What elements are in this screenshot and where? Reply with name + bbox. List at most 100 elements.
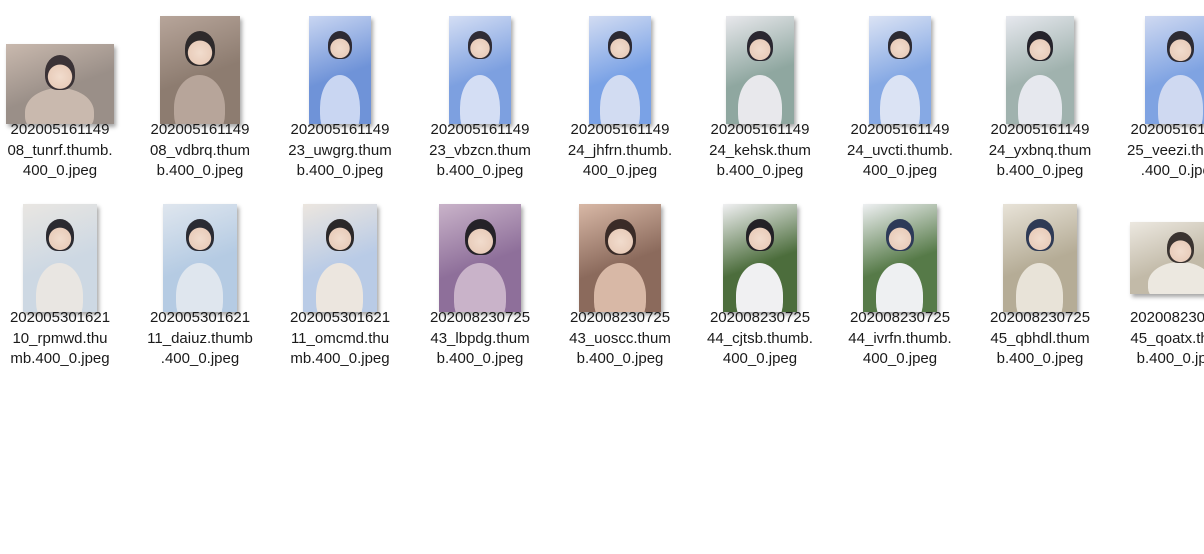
image-thumbnail[interactable]: [303, 204, 377, 312]
thumbnail-container: [138, 188, 262, 312]
photo-subject-body: [176, 263, 223, 312]
photo-subject-body: [1018, 75, 1062, 124]
photo-subject-head: [46, 219, 74, 251]
photo-subject-body: [316, 263, 363, 312]
file-item[interactable]: 202008230725 43_uoscc.thum b.400_0.jpeg: [558, 188, 682, 372]
photo-subject-head: [465, 219, 496, 255]
image-thumbnail[interactable]: [1130, 222, 1204, 294]
file-grid: 202005161149 08_tunrf.thumb. 400_0.jpeg 2…: [0, 0, 1204, 554]
thumbnail-container: [1118, 0, 1204, 124]
file-item[interactable]: 202005161149 08_tunrf.thumb. 400_0.jpeg: [0, 0, 122, 184]
thumbnail-container: [0, 188, 122, 312]
image-thumbnail[interactable]: [439, 204, 521, 312]
photo-subject-head: [608, 31, 632, 59]
thumbnail-container: [558, 0, 682, 124]
photo-subject-body: [174, 75, 225, 124]
photo-subject-body: [738, 75, 782, 124]
file-name-label: 202005161149 23_vbzcn.thum b.400_0.jpeg: [429, 121, 531, 179]
file-name-label: 202005161149 08_vdbrq.thum b.400_0.jpeg: [149, 121, 251, 179]
image-thumbnail[interactable]: [579, 204, 661, 312]
image-thumbnail[interactable]: [863, 204, 937, 312]
thumbnail-container: [698, 188, 822, 312]
thumbnail-container: [838, 0, 962, 124]
photo-subject-body: [25, 88, 94, 124]
file-name-label: 202008230725 45_qoatx.thum b.400_0.jpeg: [1129, 309, 1204, 367]
photo-subject-head: [746, 219, 774, 251]
file-item[interactable]: 202008230725 45_qbhdl.thum b.400_0.jpeg: [978, 188, 1102, 372]
photo-subject-head: [1167, 31, 1194, 62]
file-item[interactable]: 202008230725 45_qoatx.thum b.400_0.jpeg: [1118, 188, 1204, 372]
file-item[interactable]: 202005161149 23_vbzcn.thum b.400_0.jpeg: [418, 0, 542, 184]
image-thumbnail[interactable]: [726, 16, 794, 124]
photo-subject-head: [328, 31, 352, 59]
image-thumbnail[interactable]: [869, 16, 931, 124]
image-thumbnail[interactable]: [723, 204, 797, 312]
thumbnail-container: [418, 188, 542, 312]
thumbnail-container: [418, 0, 542, 124]
file-name-label: 202008230725 43_uoscc.thum b.400_0.jpeg: [569, 309, 671, 367]
photo-subject-body: [320, 75, 360, 124]
file-name-label: 202005161149 24_uvcti.thumb. 400_0.jpeg: [847, 121, 953, 179]
thumbnail-container: [138, 0, 262, 124]
file-name-label: 202005161149 08_tunrf.thumb. 400_0.jpeg: [7, 121, 113, 179]
file-item[interactable]: 202005161149 24_uvcti.thumb. 400_0.jpeg: [838, 0, 962, 184]
photo-subject-body: [880, 75, 920, 124]
thumbnail-container: [698, 0, 822, 124]
image-thumbnail[interactable]: [1145, 16, 1204, 124]
photo-subject-body: [1016, 263, 1063, 312]
image-thumbnail[interactable]: [1003, 204, 1077, 312]
photo-subject-body: [1158, 75, 1203, 124]
file-item[interactable]: 202008230725 43_lbpdg.thum b.400_0.jpeg: [418, 188, 542, 372]
photo-subject-body: [454, 263, 506, 312]
file-item[interactable]: 202005161149 24_yxbnq.thum b.400_0.jpeg: [978, 0, 1102, 184]
file-name-label: 202005301621 11_omcmd.thu mb.400_0.jpeg: [289, 309, 391, 367]
file-item[interactable]: 202005301621 10_rpmwd.thu mb.400_0.jpeg: [0, 188, 122, 372]
file-name-label: 202005161149 24_jhfrn.thumb. 400_0.jpeg: [567, 121, 673, 179]
file-item[interactable]: 202005161149 23_uwgrg.thum b.400_0.jpeg: [278, 0, 402, 184]
file-item[interactable]: 202008230725 44_cjtsb.thumb. 400_0.jpeg: [698, 188, 822, 372]
photo-subject-body: [460, 75, 500, 124]
file-item[interactable]: 202005161149 25_veezi.thumb .400_0.jpeg: [1118, 0, 1204, 184]
file-item[interactable]: 202005301621 11_omcmd.thu mb.400_0.jpeg: [278, 188, 402, 372]
photo-subject-head: [605, 219, 636, 255]
file-name-label: 202008230725 45_qbhdl.thum b.400_0.jpeg: [989, 309, 1091, 367]
photo-subject-head: [747, 31, 773, 61]
file-name-label: 202008230725 43_lbpdg.thum b.400_0.jpeg: [429, 309, 531, 367]
file-name-label: 202005161149 24_kehsk.thum b.400_0.jpeg: [709, 121, 811, 179]
image-thumbnail[interactable]: [6, 44, 114, 124]
file-item[interactable]: 202005161149 08_vdbrq.thum b.400_0.jpeg: [138, 0, 262, 184]
file-name-label: 202005301621 11_daiuz.thumb .400_0.jpeg: [147, 309, 253, 367]
file-item[interactable]: 202008230725 44_ivrfn.thumb. 400_0.jpeg: [838, 188, 962, 372]
photo-subject-head: [1026, 219, 1054, 251]
thumbnail-container: [978, 0, 1102, 124]
file-item[interactable]: 202005301621 11_daiuz.thumb .400_0.jpeg: [138, 188, 262, 372]
file-name-label: 202005161149 25_veezi.thumb .400_0.jpeg: [1127, 121, 1204, 179]
file-item[interactable]: 202005161149 24_kehsk.thum b.400_0.jpeg: [698, 0, 822, 184]
file-name-label: 202008230725 44_ivrfn.thumb. 400_0.jpeg: [848, 309, 952, 367]
image-thumbnail[interactable]: [589, 16, 651, 124]
photo-subject-body: [36, 263, 83, 312]
photo-subject-body: [876, 263, 923, 312]
photo-subject-head: [468, 31, 492, 59]
file-name-label: 202008230725 44_cjtsb.thumb. 400_0.jpeg: [707, 309, 813, 367]
photo-subject-body: [594, 263, 646, 312]
file-name-label: 202005161149 24_yxbnq.thum b.400_0.jpeg: [988, 121, 1092, 179]
photo-subject-body: [600, 75, 640, 124]
thumbnail-container: [978, 188, 1102, 312]
thumbnail-container: [0, 0, 122, 124]
image-thumbnail[interactable]: [309, 16, 371, 124]
photo-subject-head: [1027, 31, 1053, 61]
thumbnail-container: [838, 188, 962, 312]
thumbnail-container: [558, 188, 682, 312]
image-thumbnail[interactable]: [23, 204, 97, 312]
image-thumbnail[interactable]: [449, 16, 511, 124]
photo-subject-head: [886, 219, 914, 251]
image-thumbnail[interactable]: [163, 204, 237, 312]
file-item[interactable]: 202005161149 24_jhfrn.thumb. 400_0.jpeg: [558, 0, 682, 184]
image-thumbnail[interactable]: [1006, 16, 1074, 124]
thumbnail-container: [1118, 188, 1204, 312]
photo-subject-head: [45, 55, 75, 90]
file-name-label: 202005161149 23_uwgrg.thum b.400_0.jpeg: [288, 121, 392, 179]
photo-subject-head: [326, 219, 354, 251]
image-thumbnail[interactable]: [160, 16, 240, 124]
